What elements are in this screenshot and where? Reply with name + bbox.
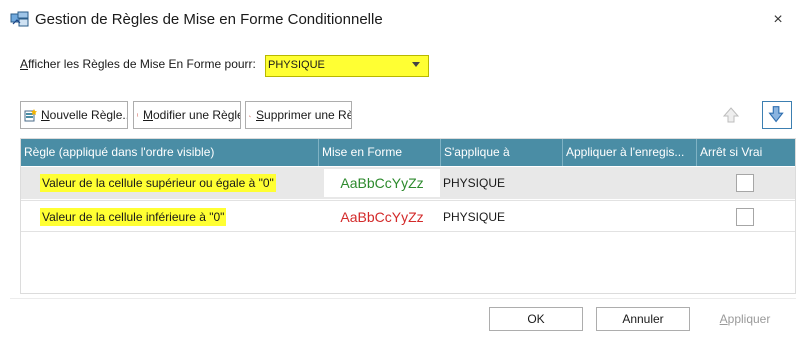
rules-app-icon (10, 11, 29, 27)
new-rule-icon (24, 109, 37, 122)
column-header-format[interactable]: Mise en Forme (319, 139, 441, 166)
ok-button[interactable]: OK (489, 307, 583, 331)
edit-rule-button[interactable]: Modifier une Règle (133, 101, 241, 129)
stop-if-true-checkbox[interactable] (736, 208, 754, 226)
table-row[interactable]: Valeur de la cellule supérieur ou égale … (21, 167, 795, 199)
rule-description: Valeur de la cellule inférieure à "0" (40, 208, 227, 226)
rules-grid: Règle (appliqué dans l'ordre visible) Mi… (20, 138, 796, 294)
footer-divider (10, 298, 796, 299)
grid-header: Règle (appliqué dans l'ordre visible) Mi… (21, 139, 795, 166)
table-row[interactable]: Valeur de la cellule inférieure à "0" Aa… (21, 200, 795, 232)
filter-dropdown[interactable]: PHYSIQUE (265, 55, 429, 77)
arrow-up-icon[interactable] (720, 103, 742, 127)
chevron-down-icon (412, 62, 420, 67)
arrow-down-icon (768, 106, 784, 123)
new-rule-button[interactable]: Nouvelle Règle... (20, 101, 128, 129)
window-title: Gestion de Règles de Mise en Forme Condi… (35, 11, 383, 28)
cancel-button[interactable]: Annuler (596, 307, 690, 331)
delete-rule-button[interactable]: Supprimer une Rè (245, 101, 352, 129)
stop-if-true-checkbox[interactable] (736, 174, 754, 192)
column-header-applies-to[interactable]: S'applique à (441, 139, 563, 166)
applies-to-value: PHYSIQUE (443, 210, 506, 224)
title-bar: Gestion de Règles de Mise en Forme Condi… (0, 0, 798, 40)
rule-description: Valeur de la cellule supérieur ou égale … (40, 174, 276, 192)
column-header-stop-if-true[interactable]: Arrêt si Vrai (697, 139, 795, 166)
delete-rule-icon (249, 115, 251, 118)
edit-rule-icon (137, 113, 139, 117)
filter-label: Afficher les Règles de Mise En Forme pou… (20, 57, 256, 71)
close-button[interactable]: × (766, 9, 790, 31)
format-preview[interactable]: AaBbCcYyZz (324, 169, 440, 197)
applies-to-value: PHYSIQUE (443, 176, 506, 190)
column-header-apply-to-record[interactable]: Appliquer à l'enregis... (563, 139, 697, 166)
column-header-rule[interactable]: Règle (appliqué dans l'ordre visible) (21, 139, 319, 166)
apply-button[interactable]: Appliquer (701, 307, 789, 331)
format-preview[interactable]: AaBbCcYyZz (324, 203, 440, 231)
filter-dropdown-value: PHYSIQUE (268, 59, 325, 71)
move-down-button[interactable] (762, 101, 792, 129)
